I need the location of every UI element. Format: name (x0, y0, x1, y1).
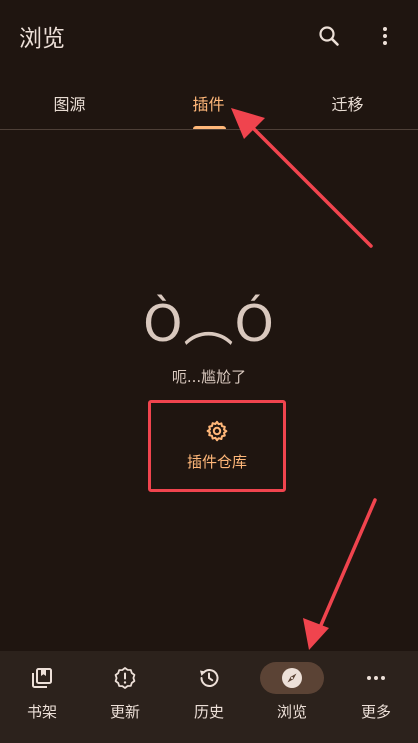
nav-label: 历史 (193, 703, 224, 721)
tab-migrate[interactable]: 迁移 (278, 78, 417, 128)
nav-icon-container (93, 662, 157, 694)
compass-icon (282, 668, 302, 688)
tab-bar: 图源 插件 迁移 (0, 78, 418, 130)
history-icon (200, 669, 219, 687)
top-app-bar: 浏览 (0, 0, 418, 72)
library-icon (32, 668, 52, 688)
more-horizontal-icon (367, 676, 385, 680)
tab-extensions[interactable]: 插件 (139, 78, 278, 128)
nav-item-browse[interactable]: 浏览 (250, 651, 334, 743)
nav-icon-container (177, 662, 241, 694)
nav-item-more[interactable]: 更多 (334, 651, 418, 743)
annotation-highlight-box (148, 400, 286, 492)
tab-sources[interactable]: 图源 (0, 78, 139, 128)
arrow-to-browse-nav (303, 498, 377, 650)
bottom-navigation: 书架 更新 历史 浏览 更多 (0, 651, 418, 743)
empty-state-kaomoji: Ò︵Ó (143, 295, 275, 353)
alert-badge-icon (114, 667, 136, 689)
nav-item-library[interactable]: 书架 (0, 651, 84, 743)
page-title: 浏览 (19, 26, 65, 52)
nav-icon-container (10, 662, 74, 694)
nav-icon-container (344, 662, 408, 694)
search-icon (319, 26, 339, 46)
nav-label: 更新 (109, 703, 140, 721)
search-button[interactable] (309, 16, 349, 56)
more-vertical-icon (383, 27, 387, 45)
empty-state-message: 呃...尴尬了 (171, 368, 247, 386)
overflow-menu-button[interactable] (365, 16, 405, 56)
nav-label: 浏览 (276, 703, 307, 721)
nav-item-updates[interactable]: 更新 (83, 651, 167, 743)
tabs-divider (0, 129, 418, 130)
nav-item-history[interactable]: 历史 (167, 651, 251, 743)
nav-icon-container (260, 662, 324, 694)
nav-label: 书架 (26, 703, 57, 721)
nav-label: 更多 (360, 703, 391, 721)
